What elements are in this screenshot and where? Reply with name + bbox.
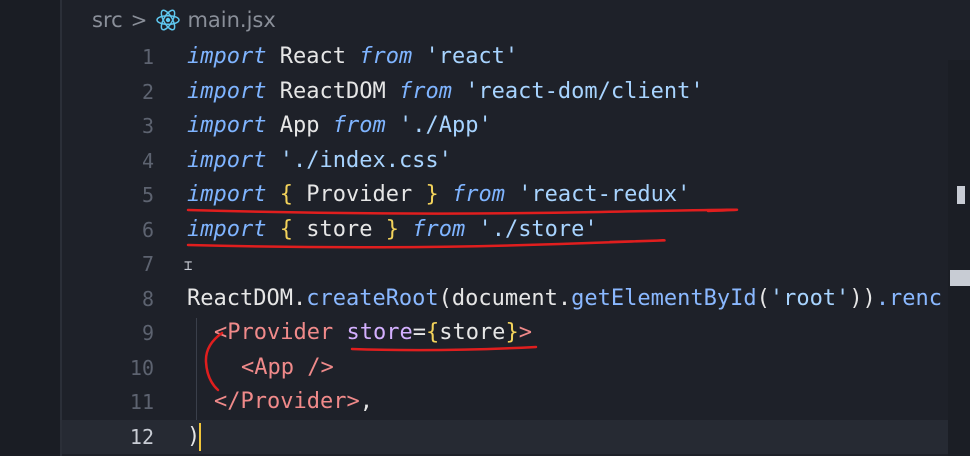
string-literal: './App' [398, 113, 492, 138]
tag-bracket: < [214, 320, 228, 345]
tag-name: Provider [227, 320, 334, 345]
react-icon [156, 9, 181, 31]
method-name: getElementById [571, 286, 757, 311]
paren: ( [756, 286, 770, 311]
line-number[interactable]: 1 [64, 40, 154, 74]
line-number[interactable]: 9 [64, 316, 154, 350]
string-literal: 'react' [425, 44, 519, 69]
paren: ( [438, 286, 452, 311]
breadcrumb-file[interactable]: main.jsx [187, 8, 275, 32]
string-literal: './index.css' [279, 148, 452, 173]
code-line-9[interactable]: <Provider store={store}> [214, 316, 532, 350]
breadcrumb: src > main.jsx [92, 5, 276, 35]
keyword: from [451, 182, 505, 207]
line-number[interactable]: 2 [64, 75, 154, 109]
brace: { [279, 182, 293, 207]
indent-guide [196, 318, 197, 420]
brace: } [385, 217, 399, 242]
breadcrumb-separator: > [130, 8, 148, 32]
identifier: App [279, 113, 320, 138]
tag-bracket: > [346, 389, 360, 414]
brace: } [425, 182, 439, 207]
keyword: import [187, 182, 267, 207]
string-literal: './store' [478, 217, 598, 242]
breadcrumb-folder[interactable]: src [92, 8, 123, 32]
keyword: from [398, 79, 452, 104]
identifier: document [451, 286, 558, 311]
minimap-marker [957, 186, 965, 204]
vertical-scrollbar[interactable] [948, 60, 970, 456]
identifier: ReactDOM [279, 79, 386, 104]
line-number[interactable]: 10 [64, 351, 154, 385]
line-number[interactable]: 11 [64, 385, 154, 419]
tag-name: Provider [240, 389, 347, 414]
code-line-5[interactable]: import { Provider } from 'react-redux' [187, 178, 690, 212]
line-number[interactable]: 4 [64, 144, 154, 178]
keyword: import [187, 113, 267, 138]
line-number[interactable]: 7 [64, 247, 154, 281]
method-name: createRoot [306, 286, 439, 311]
string-literal: 'root' [769, 286, 850, 311]
paren: )) [849, 286, 876, 311]
keyword: from [412, 217, 466, 242]
ibeam-cursor-icon: ⌶ [184, 258, 193, 274]
identifier: ReactDOM [187, 286, 293, 311]
punctuation: , [359, 389, 373, 414]
code-line-11[interactable]: </Provider>, [214, 385, 373, 419]
tag-bracket: /> [294, 355, 334, 380]
keyword: import [187, 148, 267, 173]
keyword: import [187, 217, 267, 242]
keyword: from [332, 113, 386, 138]
attribute-name: store [346, 320, 413, 345]
method-name: .renc [875, 286, 943, 311]
line-number[interactable]: 5 [64, 178, 154, 212]
text-cursor [199, 423, 201, 451]
keyword: import [187, 44, 267, 69]
code-line-8[interactable]: ReactDOM.createRoot(document.getElementB… [187, 282, 942, 316]
brace: } [505, 320, 519, 345]
tag-bracket: </ [214, 389, 241, 414]
punctuation: . [557, 286, 572, 311]
activity-bar [0, 0, 62, 456]
line-number[interactable]: 3 [64, 109, 154, 143]
code-line-2[interactable]: import ReactDOM from 'react-dom/client' [187, 75, 704, 109]
code-line-10[interactable]: <App /> [241, 351, 334, 385]
code-line-6[interactable]: import { store } from './store' [187, 213, 598, 247]
brace: { [279, 217, 293, 242]
identifier: store [439, 320, 506, 345]
code-line-3[interactable]: import App from './App' [187, 109, 492, 143]
tag-bracket: < [241, 355, 255, 380]
string-literal: 'react-dom/client' [465, 79, 704, 104]
punctuation: = [412, 320, 426, 345]
tag-bracket: > [518, 320, 532, 345]
tag-name: App [254, 355, 294, 380]
string-literal: 'react-redux' [518, 182, 691, 207]
line-number-active[interactable]: 12 [64, 420, 154, 454]
line-number[interactable]: 6 [64, 213, 154, 247]
identifier: React [279, 44, 346, 69]
line-number[interactable]: 8 [64, 282, 154, 316]
brace: { [425, 320, 440, 345]
code-line-4[interactable]: import './index.css' [187, 144, 452, 178]
identifier: Provider [306, 182, 413, 207]
keyword: from [359, 44, 413, 69]
code-line-1[interactable]: import React from 'react' [187, 40, 518, 74]
keyword: import [187, 79, 267, 104]
punctuation: . [292, 286, 307, 311]
identifier: store [306, 217, 373, 242]
scrollbar-thumb[interactable] [950, 270, 970, 286]
